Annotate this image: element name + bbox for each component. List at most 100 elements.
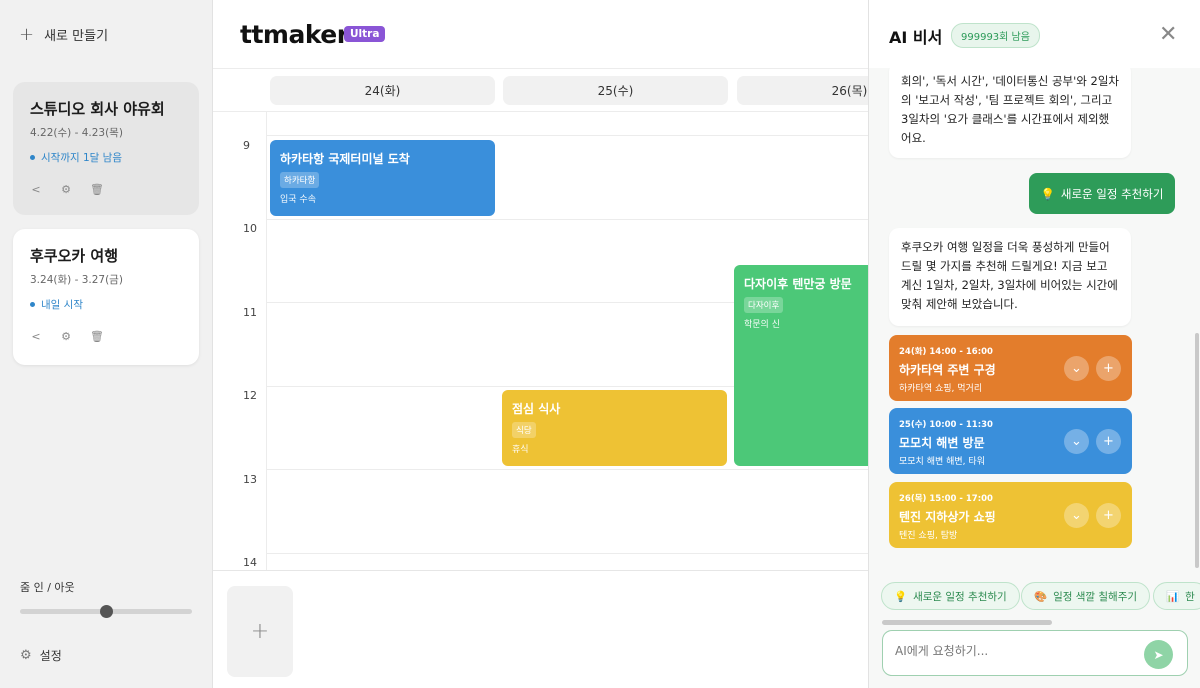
bottom-bar: + [213,570,868,688]
palette-icon: 🎨 [1034,590,1048,603]
hour-label: 14 [243,556,257,569]
new-trip-label: 새로 만들기 [44,29,109,44]
trip-dates: 4.22(수) - 4.23(목) [30,127,123,139]
day-header[interactable]: 24(화) [270,76,495,105]
settings-label: 설정 [39,649,62,663]
calendar-event[interactable]: 점심 식사 식당 휴식 [502,390,727,466]
day-header-row: 24(화) 25(수) 26(목) [213,68,962,112]
plus-icon: + [1103,434,1114,449]
ai-panel-title: AI 비서 [889,28,943,47]
hour-line [266,219,868,220]
event-title: 다자이후 텐만궁 방문 [744,277,852,291]
suggestion-card[interactable]: 24(화) 14:00 - 16:00 하카타역 주변 구경 하카타역 쇼핑, … [889,335,1132,401]
quick-actions: 💡 새로운 일정 추천하기 🎨 일정 색깔 칠해주기 📊 한 [881,582,1200,610]
hour-line [266,553,868,554]
quick-action-chip[interactable]: 🎨 일정 색깔 칠해주기 [1021,582,1151,610]
event-tag: 다자이후 [744,297,784,313]
add-suggestion-button[interactable]: + [1096,429,1121,454]
zoom-slider-thumb[interactable] [99,605,113,618]
calendar-grid[interactable]: 9 10 11 12 13 14 하카타항 국제터미널 도착 하카타항 입국 수… [213,112,868,570]
assistant-message: 후쿠오카 여행 일정을 더욱 풍성하게 만들어 드릴 몇 가지를 추천해 드릴게… [889,228,1131,326]
share-icon[interactable]: < [30,183,42,196]
add-suggestion-button[interactable]: + [1096,503,1121,528]
assistant-message: 회의', '독서 시간', '데이터통신 공부'와 2일차의 '보고서 작성',… [889,62,1131,158]
trash-icon[interactable]: 🗑 [90,183,104,196]
trip-status-text: 내일 시작 [41,299,83,311]
hour-label: 12 [243,389,257,402]
event-title: 점심 식사 [512,402,561,416]
status-dot [30,155,35,160]
chart-icon: 📊 [1166,590,1180,603]
plan-badge: Ultra [344,26,386,42]
chevron-down-icon: ⌄ [1071,508,1082,523]
calendar-event[interactable]: 다자이후 텐만궁 방문 다자이후 학문의 신 [734,265,868,466]
close-icon[interactable]: ✕ [1159,22,1177,47]
chevron-down-icon: ⌄ [1071,434,1082,449]
gear-icon: ⚙ [20,648,32,663]
event-description: 휴식 [512,445,529,455]
add-day-button[interactable]: + [227,586,293,677]
suggestion-description: 하카타역 쇼핑, 먹거리 [899,384,983,394]
lightbulb-icon: 💡 [894,590,908,603]
quick-action-label: 새로운 일정 추천하기 [913,590,1007,603]
hour-label: 9 [243,139,250,152]
user-message: 💡 새로운 일정 추천하기 [1029,173,1175,214]
quick-action-label: 한 [1185,590,1195,603]
quick-action-chip[interactable]: 💡 새로운 일정 추천하기 [881,582,1020,610]
event-description: 입국 수속 [280,195,316,205]
trip-status: 시작까지 1달 남음 [30,150,182,165]
expand-button[interactable]: ⌄ [1064,503,1089,528]
suggestion-time: 25(수) 10:00 - 11:30 [899,420,993,430]
event-tag: 하카타항 [280,172,320,188]
zoom-slider[interactable] [20,605,192,618]
zoom-label: 줌 인 / 아웃 [20,581,75,594]
trip-actions: < ⚙ 🗑 [30,330,182,343]
add-suggestion-button[interactable]: + [1096,356,1121,381]
chevron-down-icon: ⌄ [1071,361,1082,376]
ai-request-input[interactable] [895,644,1135,658]
trip-actions: < ⚙ 🗑 [30,183,182,196]
event-description: 학문의 신 [744,320,780,330]
plus-icon: + [19,24,35,45]
user-message-text: 새로운 일정 추천하기 [1060,186,1164,201]
new-trip-button[interactable]: + 새로 만들기 [19,24,108,45]
send-button[interactable]: ➤ [1144,640,1173,669]
quick-action-label: 일정 색깔 칠해주기 [1053,590,1138,603]
calendar-event[interactable]: 하카타항 국제터미널 도착 하카타항 입국 수속 [270,140,495,216]
trip-title: 후쿠오카 여행 [30,247,119,265]
share-icon[interactable]: < [30,330,42,343]
trip-dates: 3.24(화) - 3.27(금) [30,274,123,286]
time-column-divider [266,112,267,570]
suggestion-time: 26(목) 15:00 - 17:00 [899,494,993,504]
event-tag: 식당 [512,422,536,438]
trip-status: 내일 시작 [30,297,182,312]
ai-assistant-panel: 회의', '독서 시간', '데이터통신 공부'와 2일차의 '보고서 작성',… [868,0,1200,688]
hour-label: 10 [243,222,257,235]
event-title: 하카타항 국제터미널 도착 [280,152,410,166]
expand-button[interactable]: ⌄ [1064,429,1089,454]
hour-label: 11 [243,306,257,319]
trip-card[interactable]: 스튜디오 회사 야유회 4.22(수) - 4.23(목) 시작까지 1달 남음… [13,82,199,215]
suggestion-card[interactable]: 25(수) 10:00 - 11:30 모모치 해변 방문 모모치 해변 해변,… [889,408,1132,474]
remaining-count-badge: 999993회 남음 [951,23,1040,48]
plus-icon: + [250,619,270,644]
hour-label: 13 [243,473,257,486]
settings-button[interactable]: ⚙ 설정 [20,647,62,664]
expand-button[interactable]: ⌄ [1064,356,1089,381]
trash-icon[interactable]: 🗑 [90,330,104,343]
gear-icon[interactable]: ⚙ [60,183,72,196]
suggestion-time: 24(화) 14:00 - 16:00 [899,347,993,357]
trip-status-text: 시작까지 1달 남음 [41,152,122,164]
gear-icon[interactable]: ⚙ [60,330,72,343]
send-icon: ➤ [1153,647,1164,662]
quick-action-chip[interactable]: 📊 한 [1153,582,1200,610]
day-header[interactable]: 25(수) [503,76,728,105]
trip-card[interactable]: 후쿠오카 여행 3.24(화) - 3.27(금) 내일 시작 < ⚙ 🗑 [13,229,199,365]
chat-scrollbar[interactable] [1195,333,1199,568]
trip-title: 스튜디오 회사 야유회 [30,100,165,118]
sidebar: + 새로 만들기 스튜디오 회사 야유회 4.22(수) - 4.23(목) 시… [0,0,213,688]
suggestion-description: 텐진 쇼핑, 탐방 [899,531,958,541]
quick-actions-scrollbar[interactable] [882,620,1052,625]
suggestion-card[interactable]: 26(목) 15:00 - 17:00 텐진 지하상가 쇼핑 텐진 쇼핑, 탐방… [889,482,1132,548]
ai-input-box: ➤ [882,630,1188,676]
